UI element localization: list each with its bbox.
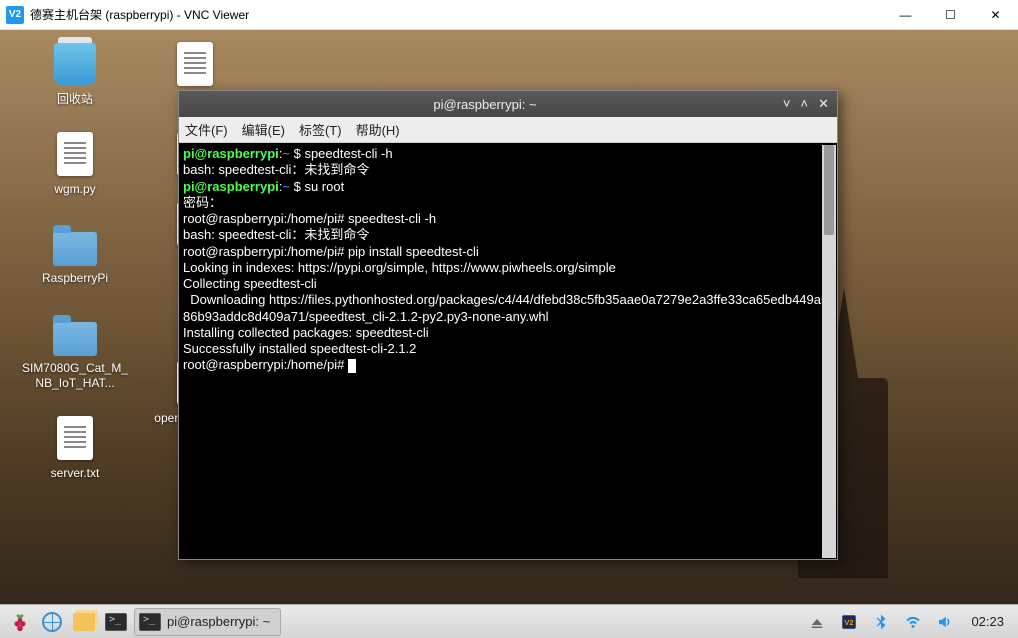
terminal-scrollbar[interactable] [822,145,836,558]
remote-desktop[interactable]: https://blog.csdn.net/weixin_44940... 回收… [0,30,1018,638]
terminal-titlebar[interactable]: pi@raspberrypi: ~ ˅ ˄ ✕ [179,91,837,117]
vnc-logo-icon: V2 [6,6,24,24]
desktop-icon[interactable]: SIM7080G_Cat_M_NB_IoT_HAT... [20,309,130,392]
desktop-icon[interactable]: wgm.py [20,130,130,198]
vnc-viewer-window: V2 德赛主机台架 (raspberrypi) - VNC Viewer — ☐… [0,0,1018,638]
desktop-icon[interactable]: server.txt [20,414,130,482]
terminal-window[interactable]: pi@raspberrypi: ~ ˅ ˄ ✕ 文件(F) 编辑(E) 标签(T) 帮… [178,90,838,560]
desktop-icon-label: 回收站 [20,92,130,108]
desktop-icon-label: wgm.py [20,182,130,198]
file-icon [171,40,219,88]
terminal-menu-item[interactable]: 文件(F) [185,120,228,139]
taskbar-task-terminal[interactable]: pi@raspberrypi: ~ [134,608,281,636]
vnc-window-title: 德赛主机台架 (raspberrypi) - VNC Viewer [30,6,883,23]
desktop-icon-label: server.txt [20,466,130,482]
web-browser-icon[interactable] [38,608,66,636]
terminal-scroll-thumb[interactable] [824,145,834,235]
terminal-minimize-icon[interactable]: ˅ [783,96,791,112]
file-icon [51,414,99,462]
desktop-icon-label: SIM7080G_Cat_M_NB_IoT_HAT... [20,361,130,392]
desktop-icon-label: RaspberryPi [20,271,130,287]
tray-bluetooth-icon[interactable] [867,608,895,636]
folder-icon [51,219,99,267]
folder-icon [51,309,99,357]
tray-eject-icon[interactable] [803,608,831,636]
desktop-icon[interactable]: RaspberryPi [20,219,130,287]
desktop-icon[interactable]: 回收站 [20,40,130,108]
tray-wifi-icon[interactable] [899,608,927,636]
vnc-window-controls: — ☐ ✕ [883,0,1018,30]
vnc-titlebar[interactable]: V2 德赛主机台架 (raspberrypi) - VNC Viewer — ☐… [0,0,1018,30]
vnc-close-button[interactable]: ✕ [973,0,1018,30]
terminal-menu-item[interactable]: 帮助(H) [356,120,400,139]
terminal-close-icon[interactable]: ✕ [818,96,829,112]
taskbar-clock[interactable]: 02:23 [963,614,1012,629]
terminal-title: pi@raspberrypi: ~ [187,97,783,112]
taskbar: pi@raspberrypi: ~ V2 02:23 [0,604,1018,638]
vnc-minimize-button[interactable]: — [883,0,928,30]
tray-vnc-icon[interactable]: V2 [835,608,863,636]
file-icon [51,130,99,178]
terminal-menu-item[interactable]: 标签(T) [299,120,342,139]
tray-volume-icon[interactable] [931,608,959,636]
terminal-launcher-icon[interactable] [102,608,130,636]
svg-text:V2: V2 [845,618,854,627]
terminal-menu-item[interactable]: 编辑(E) [242,120,285,139]
terminal-maximize-icon[interactable]: ˄ [801,96,809,112]
task-terminal-icon [139,613,161,631]
trash-icon [51,40,99,88]
terminal-cursor [348,359,356,373]
raspberry-menu-icon[interactable] [6,608,34,636]
terminal-menubar: 文件(F) 编辑(E) 标签(T) 帮助(H) [179,117,837,143]
file-manager-icon[interactable] [70,608,98,636]
vnc-maximize-button[interactable]: ☐ [928,0,973,30]
task-terminal-label: pi@raspberrypi: ~ [167,614,270,629]
desktop-icons-col1: 回收站 wgm.py RaspberryPi SIM7080G_Cat_M_NB_Io… [20,40,130,504]
terminal-output[interactable]: pi@raspberrypi:~ $ speedtest-cli -hbash:… [179,143,837,559]
